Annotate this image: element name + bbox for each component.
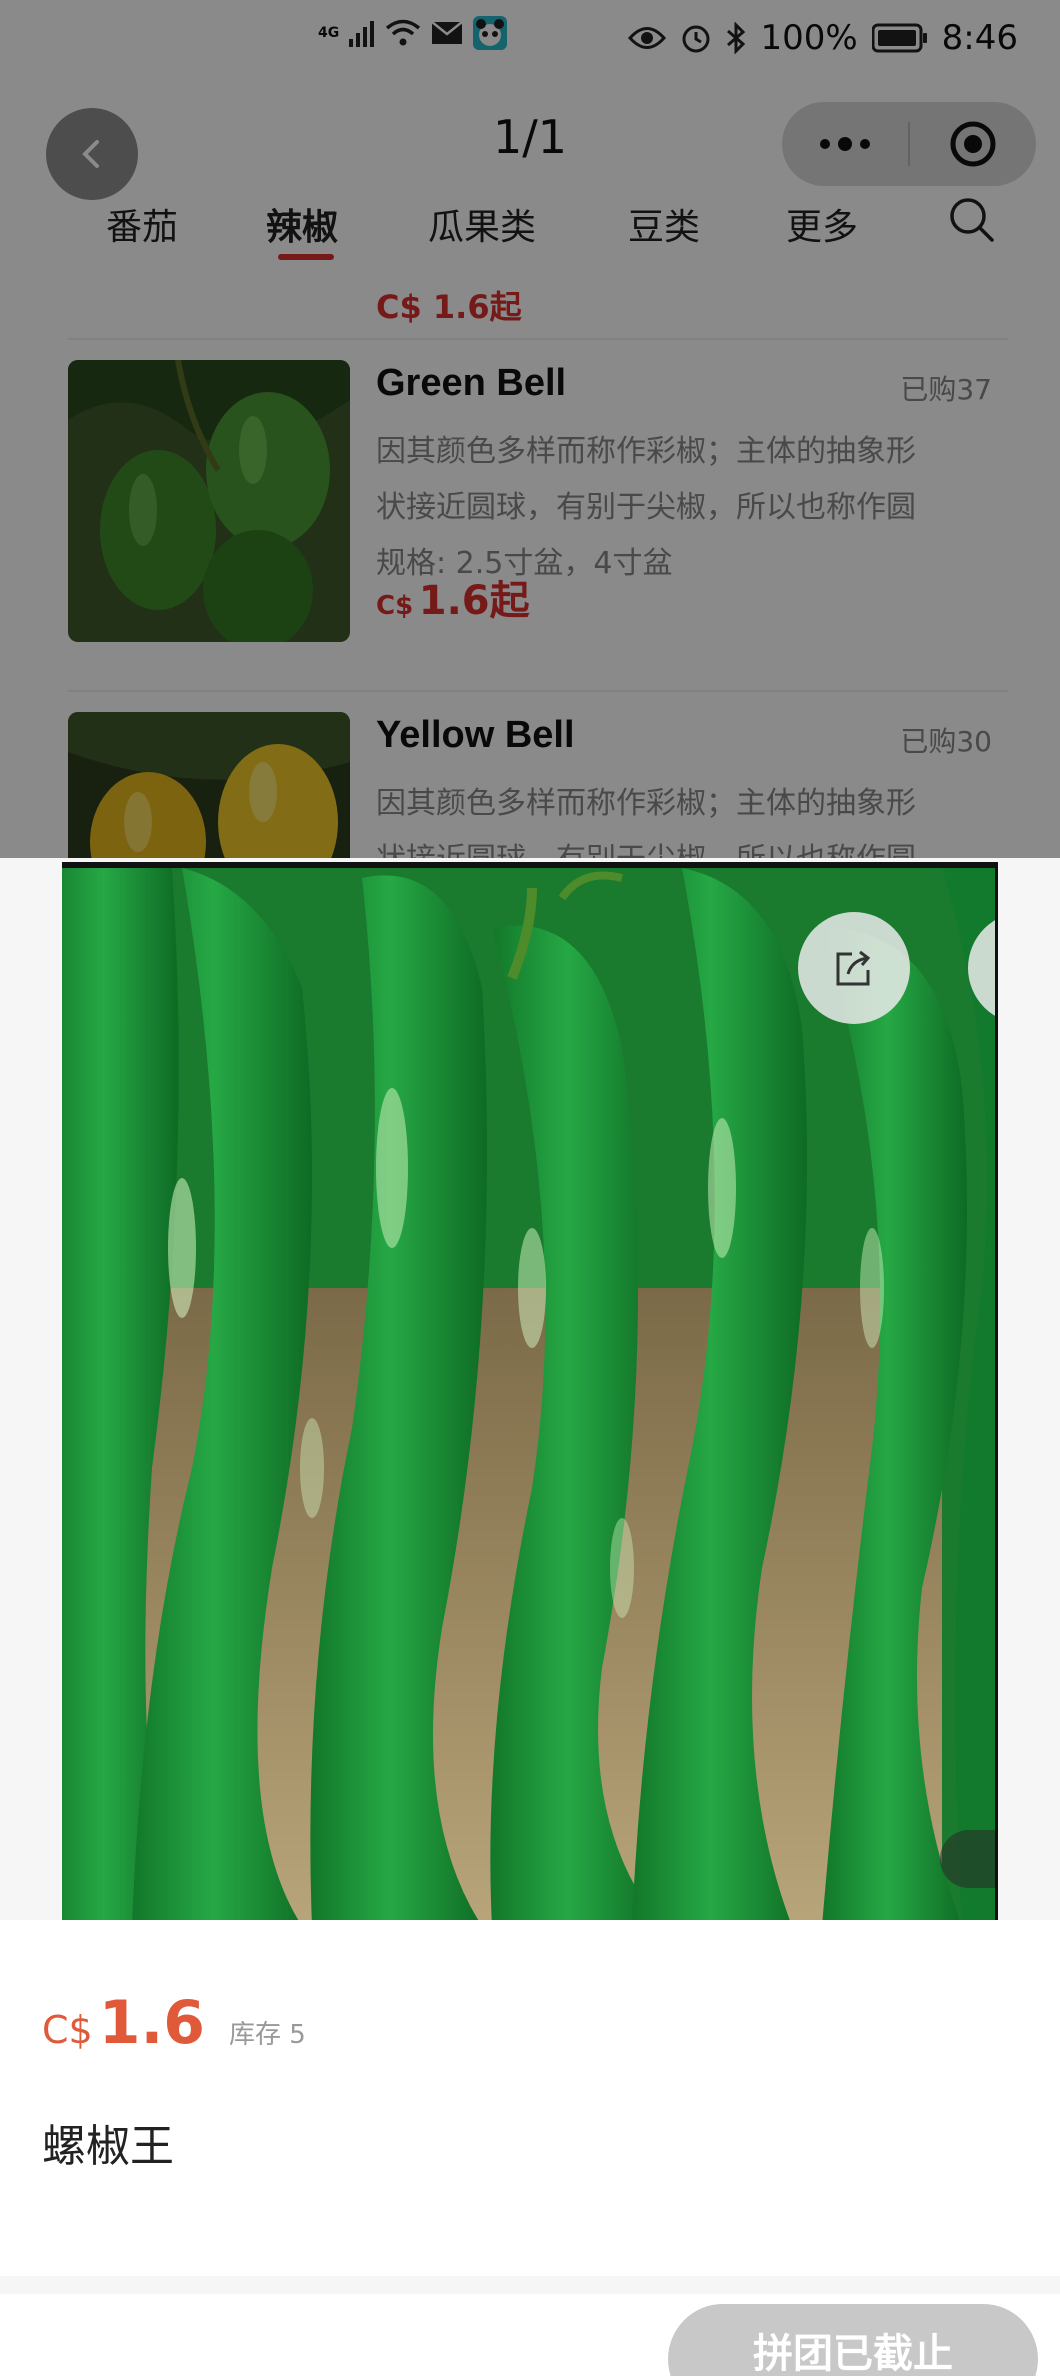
product-info: C$ 1.6 库存 5 螺椒王 — [0, 1920, 1060, 2276]
close-icon — [997, 941, 998, 995]
group-buy-closed-button[interactable]: 拼团已截止 — [668, 2304, 1038, 2376]
image-counter-current: 1 — [993, 1836, 995, 1877]
product-title: 螺椒王 — [42, 2121, 174, 2172]
price-currency: C$ — [42, 2008, 93, 2052]
modal-backdrop[interactable] — [0, 0, 1060, 858]
stock-count: 库存 5 — [229, 2020, 306, 2050]
share-icon — [836, 950, 871, 986]
product-detail-sheet: 1 /1 C$ 1.6 库存 5 螺椒王 拼团已截止 — [0, 858, 1060, 2376]
price-row: C$ 1.6 库存 5 — [42, 1988, 306, 2058]
action-footer: 拼团已截止 — [0, 2294, 1060, 2376]
share-button[interactable] — [798, 912, 910, 1024]
price-value: 1.6 — [98, 1988, 206, 2058]
product-photo: 1 /1 — [62, 862, 998, 1920]
image-counter: 1 /1 — [940, 1830, 995, 1888]
